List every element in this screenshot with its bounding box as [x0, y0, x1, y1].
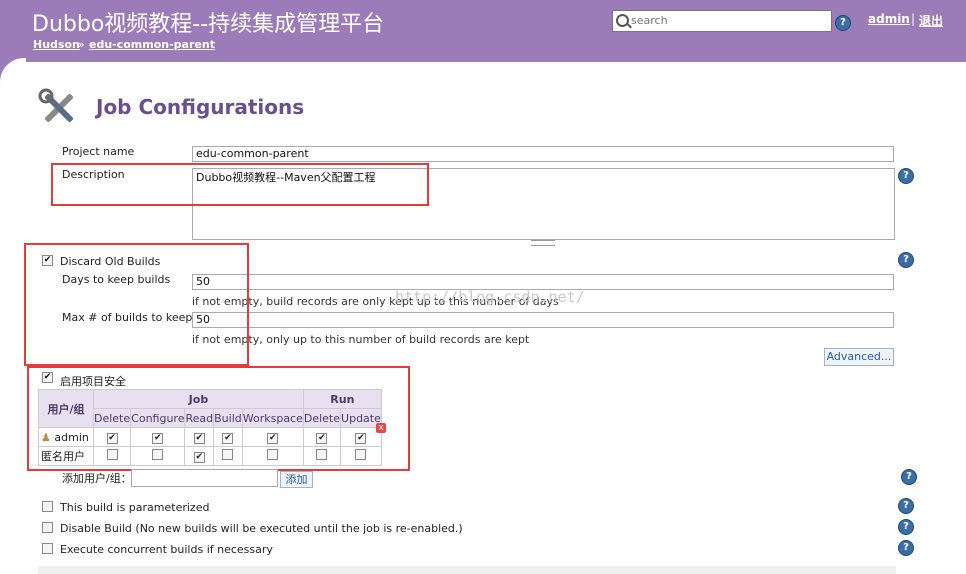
search-box	[612, 10, 832, 32]
parameterized-label: This build is parameterized	[60, 501, 210, 514]
textarea-resize-handle[interactable]	[531, 240, 555, 246]
top-header-bar: Dubbo视频教程--持续集成管理平台 Hudson » edu-common-…	[0, 0, 966, 62]
user-link[interactable]: admin	[868, 12, 910, 26]
search-help-icon[interactable]: ?	[835, 15, 851, 31]
add-user-input[interactable]	[131, 469, 278, 487]
advanced-button[interactable]: Advanced...	[824, 348, 894, 366]
add-user-label: 添加用户/组：	[62, 472, 132, 485]
disable-build-checkbox[interactable]	[42, 522, 53, 533]
concurrent-builds-checkbox[interactable]	[42, 543, 53, 554]
concurrent-builds-label: Execute concurrent builds if necessary	[60, 543, 273, 556]
parameterized-help-icon[interactable]: ?	[898, 498, 914, 514]
search-input[interactable]	[631, 11, 827, 29]
disable-build-help-icon[interactable]: ?	[898, 519, 914, 535]
breadcrumb-hudson[interactable]: Hudson	[33, 38, 80, 51]
annotation-box-discard	[24, 243, 249, 366]
max-builds-input[interactable]: 50	[192, 312, 894, 328]
project-name-input[interactable]: edu-common-parent	[192, 146, 894, 162]
discard-help-icon[interactable]: ?	[898, 252, 914, 268]
watermark-text: http://blog.csdn.net/	[395, 288, 585, 306]
logout-link[interactable]: 退出	[919, 12, 943, 29]
disable-build-label: Disable Build (No new builds will be exe…	[60, 522, 463, 535]
add-user-button[interactable]: 添加	[280, 471, 313, 488]
header-divider: |	[911, 12, 916, 26]
project-name-label: Project name	[62, 145, 135, 158]
breadcrumb-separator: »	[78, 38, 85, 51]
description-help-icon[interactable]: ?	[898, 168, 914, 184]
breadcrumb-project[interactable]: edu-common-parent	[89, 38, 215, 51]
parameterized-checkbox[interactable]	[42, 501, 53, 512]
page-title: Job Configurations	[96, 95, 305, 119]
site-title: Dubbo视频教程--持续集成管理平台	[32, 12, 385, 37]
annotation-box-security	[27, 366, 410, 471]
search-icon	[616, 14, 629, 27]
section-divider	[38, 566, 896, 574]
configure-tools-icon	[38, 88, 82, 128]
annotation-box-description	[51, 163, 429, 206]
security-help-icon[interactable]: ?	[901, 469, 917, 485]
concurrent-help-icon[interactable]: ?	[898, 540, 914, 556]
